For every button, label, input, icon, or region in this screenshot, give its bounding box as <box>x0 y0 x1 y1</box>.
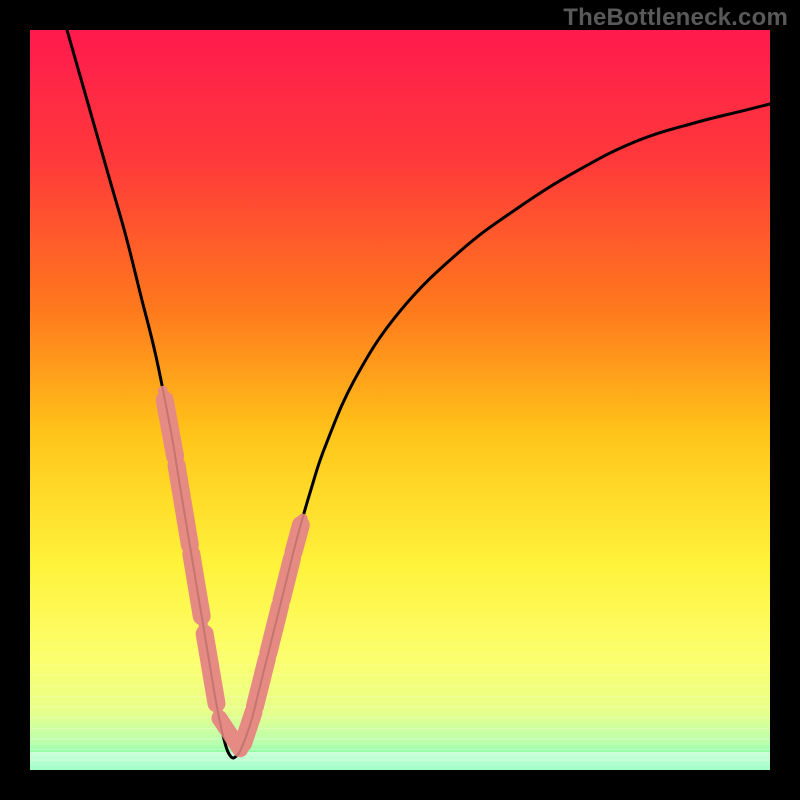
gradient-background <box>30 30 770 770</box>
chart-container: { "watermark": "TheBottleneck.com", "col… <box>0 0 800 800</box>
watermark-text: TheBottleneck.com <box>563 4 788 32</box>
bottom-white-strip <box>30 752 770 770</box>
plot-svg <box>0 0 800 800</box>
